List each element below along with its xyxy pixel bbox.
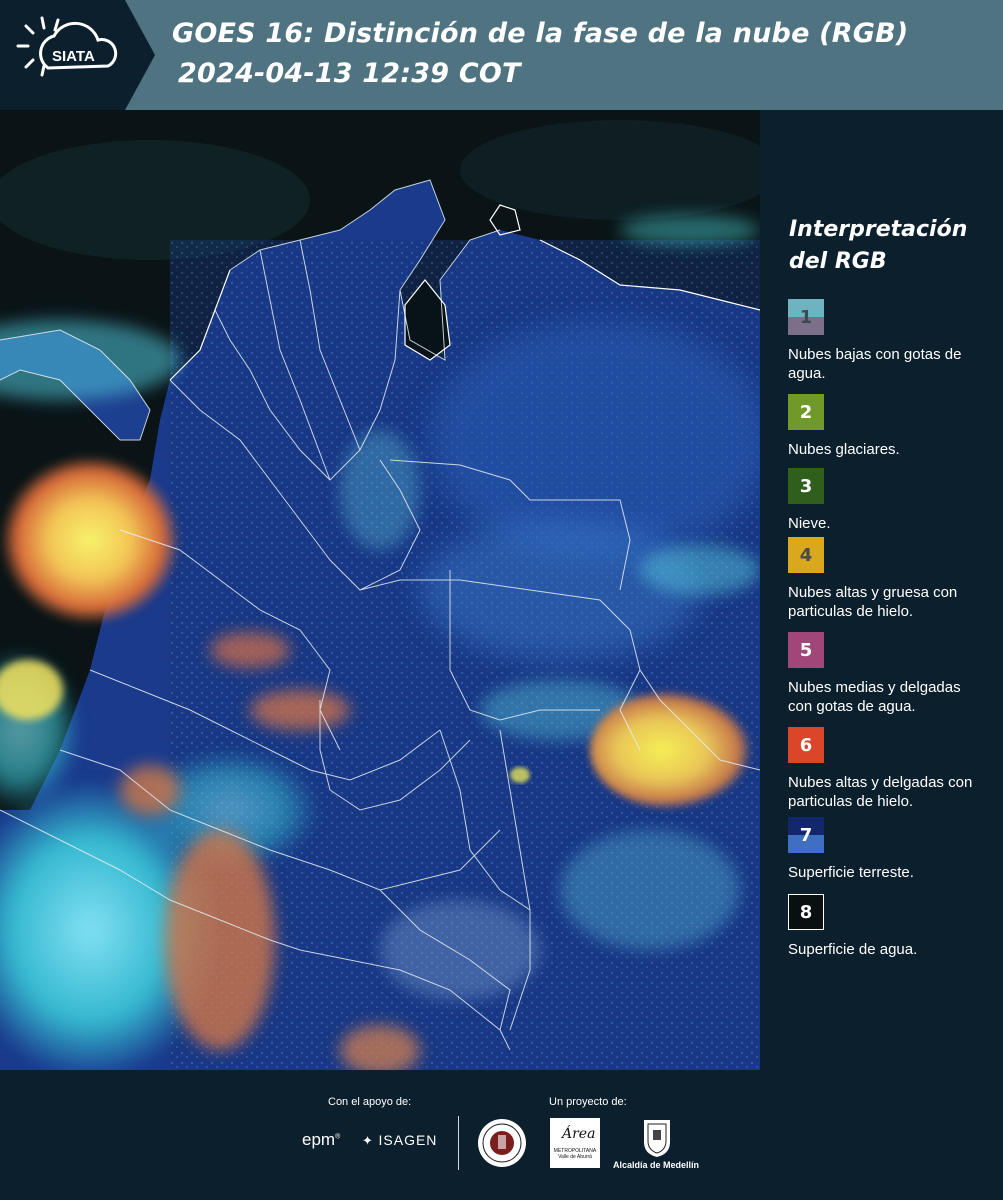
alcaldia-label: Alcaldía de Medellín (613, 1160, 700, 1170)
university-seal-icon (478, 1119, 526, 1167)
legend-swatch-6: 6 (788, 727, 824, 763)
siata-logo-text: SIATA (52, 48, 95, 65)
area-logo-subtitle: METROPOLITANA Valle de Aburrá (553, 1148, 597, 1160)
legend-swatch-1: 1 (788, 299, 824, 335)
legend-swatch-4: 4 (788, 537, 824, 573)
legend-label-5: Nubes medias y delgadas con gotas de agu… (788, 679, 961, 715)
satellite-rgb-map (0, 110, 760, 1070)
legend-item-4: 4 Nubes altas y gruesa con particulas de… (788, 537, 1003, 621)
legend-item-5: 5 Nubes medias y delgadas con gotas de a… (788, 632, 1003, 716)
footer-divider (458, 1116, 459, 1170)
page-title: GOES 16: Distinción de la fase de la nub… (172, 14, 908, 94)
legend-label-4: Nubes altas y gruesa con particulas de h… (788, 584, 958, 620)
legend-item-3: 3 Nieve. (788, 468, 1003, 533)
isagen-logo: ✦ ISAGEN (362, 1132, 438, 1148)
legend-label-7: Superficie terreste. (788, 864, 914, 881)
footer-bar: Con el apoyo de: Un proyecto de: epm® ✦ … (0, 1070, 1003, 1200)
alcaldia-shield-icon (644, 1120, 670, 1157)
legend-number-1: 1 (799, 306, 813, 328)
legend-title: Interpretación del RGB (789, 214, 967, 278)
legend-item-7: 7 Superficie terreste. (788, 817, 1003, 882)
legend-swatch-2: 2 (788, 394, 824, 430)
support-label: Con el apoyo de: (328, 1096, 412, 1108)
legend-label-6: Nubes altas y delgadas con particulas de… (788, 774, 973, 810)
legend-swatch-8: 8 (788, 894, 824, 930)
legend-swatch-5: 5 (788, 632, 824, 668)
legend-label-2: Nubes glaciares. (788, 441, 900, 458)
legend-label-1: Nubes bajas con gotas de agua. (788, 346, 962, 382)
area-metropolitana-logo: Área METROPOLITANA Valle de Aburrá (550, 1118, 600, 1168)
epm-logo-text: epm (302, 1130, 336, 1149)
legend-item-8: 8 Superficie de agua. (788, 894, 1003, 959)
legend-title-line-2: del RGB (789, 249, 887, 274)
legend-label-3: Nieve. (788, 515, 831, 532)
legend-label-8: Superficie de agua. (788, 941, 918, 958)
legend-title-line-1: Interpretación (789, 217, 968, 242)
title-line-1: GOES 16: Distinción de la fase de la nub… (172, 18, 909, 49)
legend-swatch-7: 7 (788, 817, 824, 853)
legend-item-2: 2 Nubes glaciares. (788, 394, 1003, 459)
rgb-legend-panel: Interpretación del RGB 1 Nubes bajas con… (760, 110, 1003, 1070)
legend-swatch-3: 3 (788, 468, 824, 504)
header-bar: SIATA GOES 16: Distinción de la fase de … (0, 0, 1003, 110)
area-logo-word: Área (562, 1126, 596, 1142)
siata-logo: SIATA (0, 0, 155, 110)
legend-item-6: 6 Nubes altas y delgadas con particulas … (788, 727, 1003, 811)
epm-logo: epm® (302, 1130, 341, 1149)
isagen-logo-text: ISAGEN (378, 1132, 438, 1148)
project-label: Un proyecto de: (549, 1096, 627, 1108)
legend-item-1: 1 Nubes bajas con gotas de agua. (788, 299, 1003, 383)
storm-cell-west (0, 455, 180, 625)
title-line-2: 2024-04-13 12:39 COT (178, 58, 521, 89)
